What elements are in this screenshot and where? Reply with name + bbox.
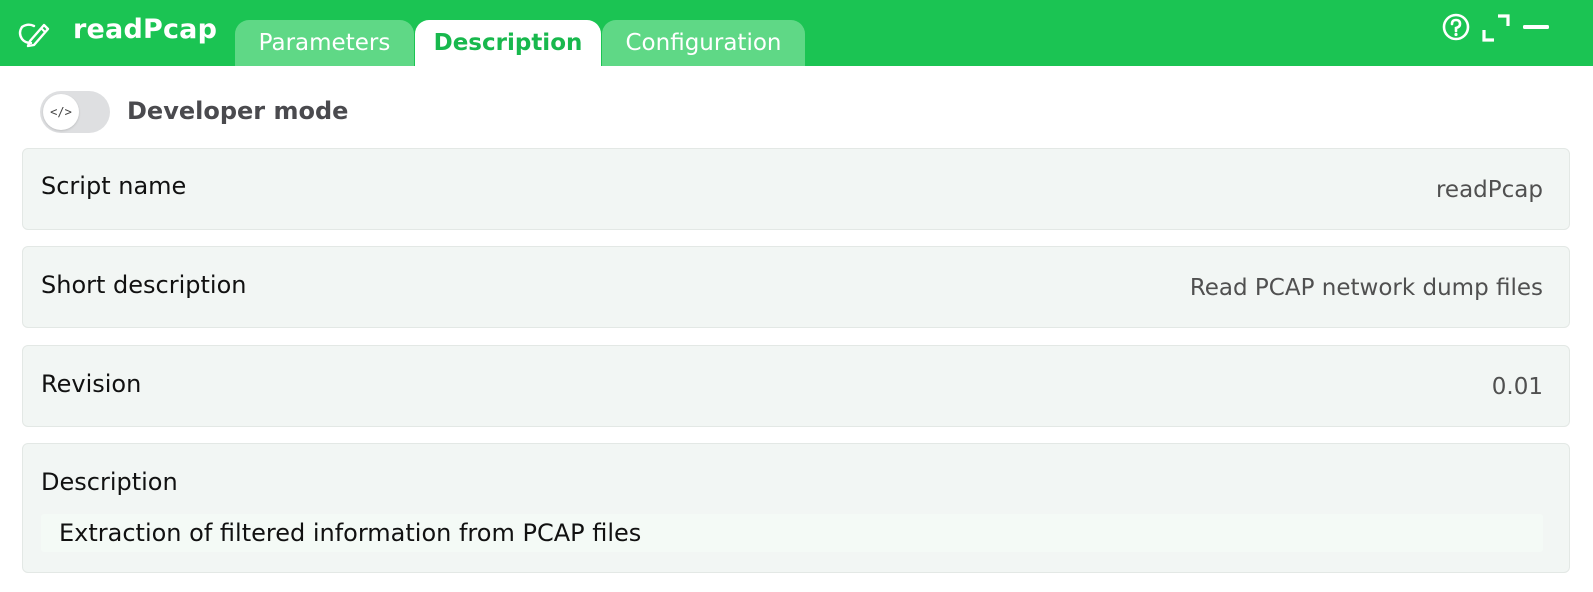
field-value[interactable]: 0.01 — [1492, 374, 1543, 400]
expand-icon[interactable] — [1480, 12, 1512, 44]
header-bar: readPcap Parameters Description Configur… — [0, 0, 1593, 66]
tab-label: Description — [433, 30, 583, 56]
tab-label: Configuration — [625, 30, 782, 56]
help-icon[interactable] — [1440, 12, 1472, 44]
field-label: Script name — [41, 172, 187, 200]
description-row: Description Extraction of filtered infor… — [22, 443, 1570, 573]
tab-description[interactable]: Description — [415, 20, 601, 66]
minimize-icon[interactable] — [1520, 12, 1552, 44]
short-description-row: Short description Read PCAP network dump… — [22, 246, 1570, 328]
field-value[interactable]: readPcap — [1436, 177, 1543, 203]
developer-mode-toggle[interactable]: </> — [40, 91, 110, 133]
script-edit-icon — [16, 17, 52, 49]
field-label: Revision — [41, 370, 142, 398]
field-label: Description — [41, 468, 178, 496]
tab-parameters[interactable]: Parameters — [235, 20, 414, 66]
code-icon: </> — [43, 94, 79, 130]
revision-row: Revision 0.01 — [22, 345, 1570, 427]
script-name-row: Script name readPcap — [22, 148, 1570, 230]
description-text-area[interactable]: Extraction of filtered information from … — [41, 514, 1543, 552]
app-title: readPcap — [73, 14, 218, 45]
developer-mode-label: Developer mode — [127, 97, 349, 125]
field-label: Short description — [41, 271, 247, 299]
tab-configuration[interactable]: Configuration — [602, 20, 805, 66]
tab-label: Parameters — [258, 30, 391, 56]
field-value[interactable]: Read PCAP network dump files — [1190, 275, 1543, 301]
